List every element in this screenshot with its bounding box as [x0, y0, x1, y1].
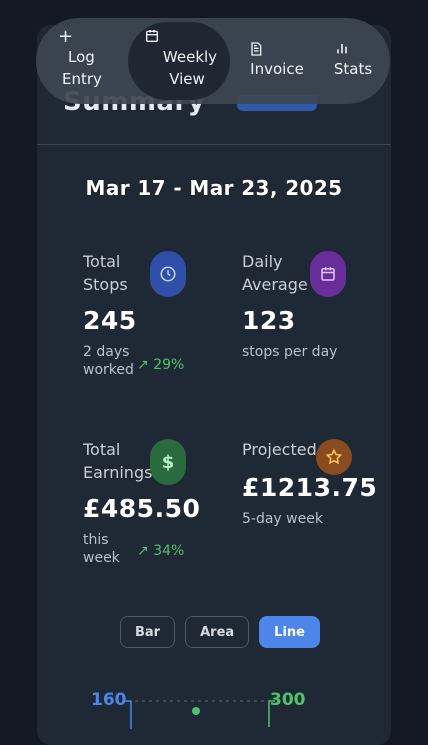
chart-bar-button[interactable]: Bar: [120, 616, 176, 648]
daily-average-value: 123: [242, 306, 296, 335]
document-icon: [240, 40, 314, 58]
calendar-icon: [140, 28, 230, 46]
bar-chart-icon: [326, 40, 380, 58]
projected-label: Projected: [242, 440, 317, 459]
top-nav: + Log Entry Weekly View Invoice Stats: [36, 18, 390, 104]
weekly-summary-card: Summary Mar 17 - Mar 23, 2025 Total Stop…: [37, 25, 391, 745]
star-icon: [316, 439, 352, 475]
daily-average-sub: stops per day: [242, 344, 338, 360]
nav-stats[interactable]: Stats: [326, 40, 380, 80]
chart-area-button[interactable]: Area: [185, 616, 250, 648]
date-range: Mar 17 - Mar 23, 2025: [85, 176, 343, 200]
total-earnings-trend: ↗ 34%: [137, 543, 185, 559]
total-stops-value: 245: [83, 306, 137, 335]
total-stops-sub: 2 days worked: [83, 344, 134, 378]
chart-top-edge: [125, 700, 275, 729]
plus-icon: +: [58, 26, 74, 47]
nav-weekly-view[interactable]: Weekly View: [140, 28, 230, 90]
total-earnings-value: £485.50: [83, 494, 201, 523]
total-stops-trend: ↗ 29%: [137, 357, 185, 373]
chart-type-toggle: Bar Area Line: [120, 616, 320, 648]
nav-log-entry[interactable]: + Log Entry: [44, 28, 120, 90]
trend-up-icon: ↗: [137, 357, 149, 373]
dollar-icon: $: [150, 439, 186, 485]
nav-invoice[interactable]: Invoice: [240, 40, 314, 80]
projected-stat: Projected £1213.75 5-day week: [242, 438, 377, 528]
calendar-icon: [310, 251, 346, 297]
chart-line-button[interactable]: Line: [259, 616, 320, 648]
total-stops-stat: Total Stops 245 2 days worked: [83, 250, 137, 379]
divider: [37, 144, 391, 145]
projected-value: £1213.75: [242, 473, 378, 502]
total-stops-label: Total Stops: [83, 252, 128, 294]
projected-sub: 5-day week: [242, 511, 323, 527]
trend-up-icon: ↗: [137, 543, 149, 559]
chart-point: [192, 707, 200, 715]
clock-icon: [150, 251, 186, 297]
chart-left-axis-max: 160: [91, 690, 127, 710]
